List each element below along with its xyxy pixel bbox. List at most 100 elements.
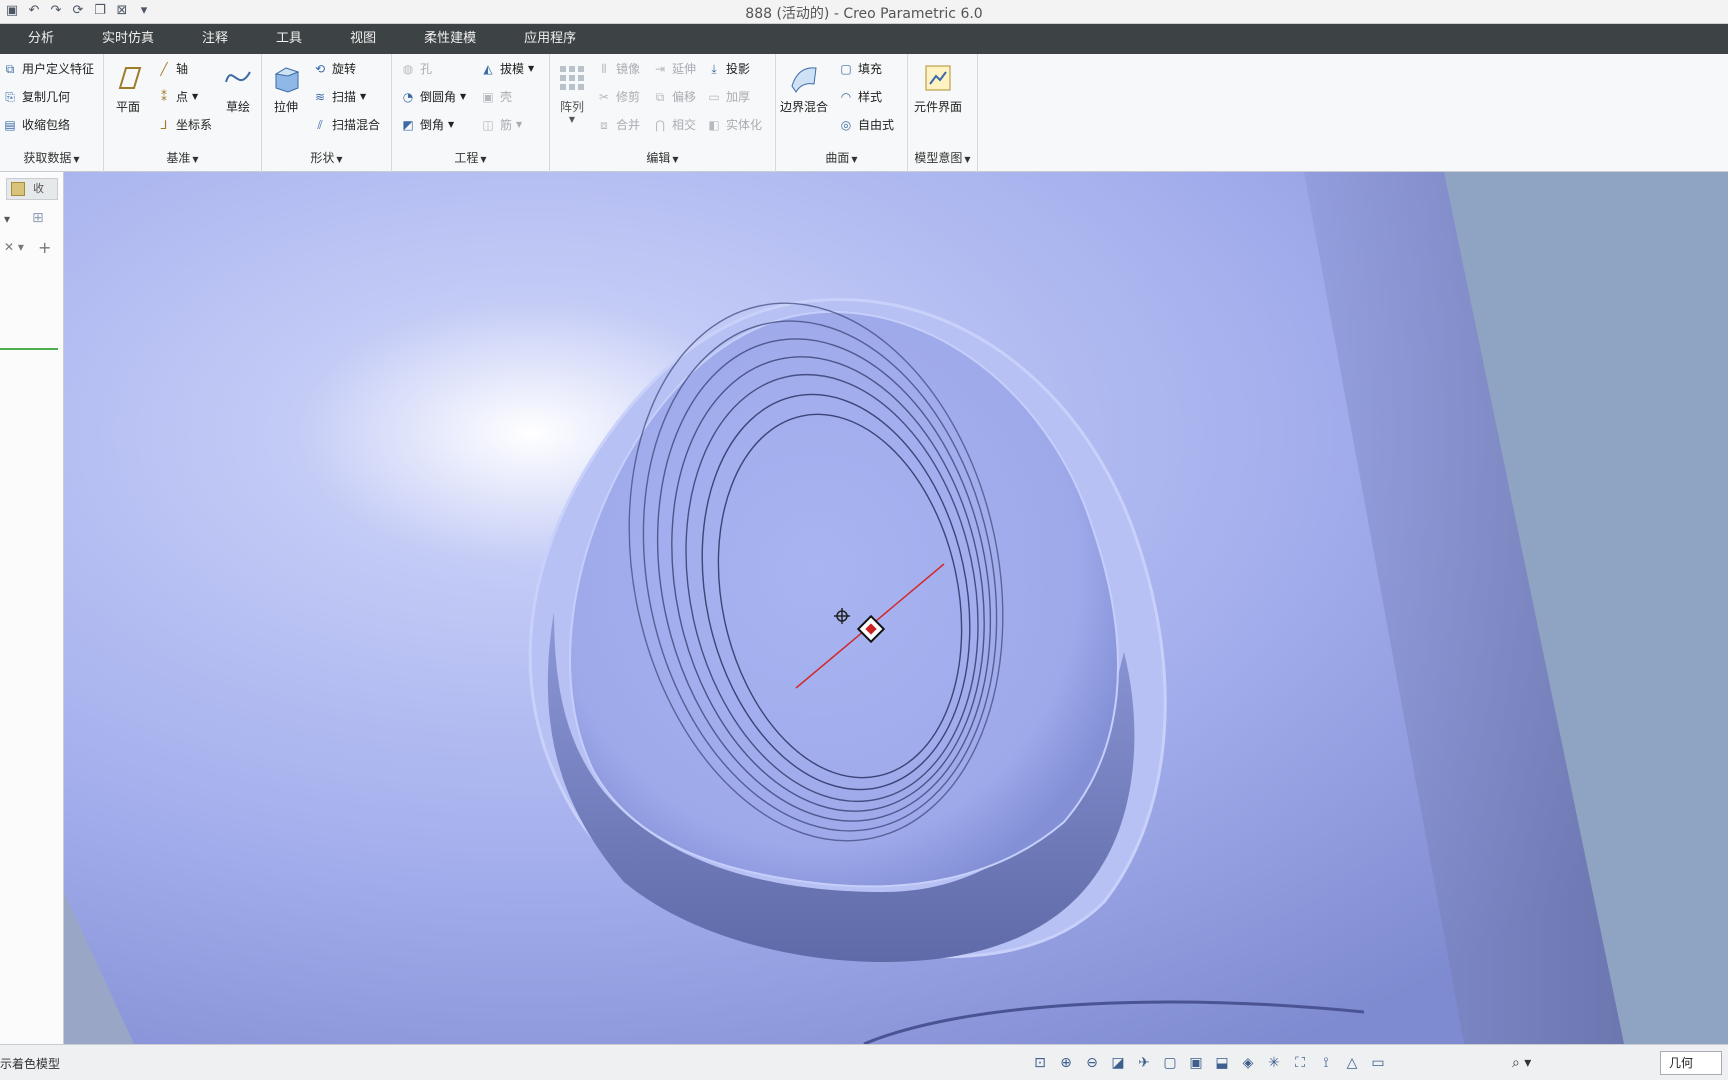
freestyle-button[interactable]: ◎ 自由式 bbox=[838, 116, 894, 133]
group-label-shape[interactable]: 形状 ▼ bbox=[262, 149, 391, 166]
point-button[interactable]: ⁑ 点 ▼ bbox=[156, 88, 198, 105]
status-bar: 示着色模型 ⊡ ⊕ ⊖ ◪ ✈ ▢ ▣ ⬓ ◈ ✳ ⛶ ⟟ △ ▭ ⌕ ▾ 几何 bbox=[0, 1044, 1728, 1080]
triangle-icon[interactable]: △ bbox=[1342, 1053, 1362, 1073]
spin-center-icon[interactable]: ⛶ bbox=[1290, 1053, 1310, 1073]
selection-filter[interactable]: 几何 bbox=[1660, 1051, 1722, 1075]
group-label-get-data[interactable]: 获取数据 ▼ bbox=[0, 149, 103, 166]
graphics-viewport[interactable] bbox=[64, 172, 1728, 1044]
group-label-datum[interactable]: 基准 ▼ bbox=[104, 149, 261, 166]
project-button[interactable]: ⤓ 投影 bbox=[706, 60, 750, 77]
merge-icon: ⧈ bbox=[600, 117, 608, 132]
view-manager-icon[interactable]: ▣ bbox=[1186, 1053, 1206, 1073]
shrinkwrap-button[interactable]: ▤ 收缩包络 bbox=[2, 116, 70, 133]
saved-orientations-icon[interactable]: ✈ bbox=[1134, 1053, 1154, 1073]
project-icon: ⤓ bbox=[711, 61, 717, 76]
copy-geometry-button[interactable]: ⎘ 复制几何 bbox=[2, 88, 70, 105]
rib-button[interactable]: ◫ 筋 ▼ bbox=[480, 116, 522, 133]
tab-tools[interactable]: 工具 bbox=[252, 24, 326, 54]
section-icon[interactable]: ◈ bbox=[1238, 1053, 1258, 1073]
pattern-button[interactable]: 阵列 ▼ bbox=[556, 62, 588, 124]
boundary-blend-button[interactable]: 边界混合 bbox=[780, 62, 828, 115]
plane-button[interactable]: 平面 bbox=[112, 62, 144, 115]
group-shape: 拉伸 ⟲ 旋转 ≋ 扫描 ▼ ⫽ 扫描混合 形状 ▼ bbox=[262, 54, 392, 172]
group-label-surfaces[interactable]: 曲面 ▼ bbox=[776, 149, 907, 166]
component-interface-icon bbox=[925, 65, 951, 91]
sweep-button[interactable]: ≋ 扫描 ▼ bbox=[312, 88, 366, 105]
add-icon[interactable]: + bbox=[38, 238, 51, 257]
merge-button[interactable]: ⧈ 合并 bbox=[596, 116, 640, 133]
thicken-button[interactable]: ▭ 加厚 bbox=[706, 88, 750, 105]
repaint-icon[interactable]: ◪ bbox=[1108, 1053, 1128, 1073]
intersect-icon: ⋂ bbox=[655, 117, 665, 132]
tab-annotate[interactable]: 注释 bbox=[178, 24, 252, 54]
round-button[interactable]: ◔ 倒圆角 ▼ bbox=[400, 88, 466, 105]
datum-display-icon[interactable]: ✳ bbox=[1264, 1053, 1284, 1073]
shrinkwrap-icon: ▤ bbox=[4, 117, 16, 132]
tab-flexible-modeling[interactable]: 柔性建模 bbox=[400, 24, 500, 54]
trim-icon: ✂ bbox=[598, 89, 610, 104]
tab-analysis[interactable]: 分析 bbox=[0, 24, 78, 54]
boundary-blend-icon bbox=[791, 67, 817, 93]
fill-button[interactable]: ▢ 填充 bbox=[838, 60, 882, 77]
solidify-button[interactable]: ◧ 实体化 bbox=[706, 116, 762, 133]
hole-icon: ◍ bbox=[402, 61, 414, 76]
extrude-button[interactable]: 拉伸 bbox=[270, 62, 302, 115]
style-icon: ◠ bbox=[840, 89, 852, 104]
ribbon: ⧉ 用户定义特征 ⎘ 复制几何 ▤ 收缩包络 获取数据 ▼ 平面 ╱ 轴 ⁑ 点 ▼ ⅃ 坐标系… bbox=[0, 54, 1728, 172]
draft-button[interactable]: ◭ 拔模 ▼ bbox=[480, 60, 534, 77]
sketch-button[interactable]: 草绘 bbox=[222, 62, 254, 115]
chamfer-button[interactable]: ◩ 倒角 ▼ bbox=[400, 116, 454, 133]
group-label-engineering[interactable]: 工程 ▼ bbox=[392, 149, 549, 166]
user-defined-feature-button[interactable]: ⧉ 用户定义特征 bbox=[2, 60, 94, 77]
group-label-model-intent[interactable]: 模型意图 ▼ bbox=[908, 149, 977, 166]
copy-geometry-icon: ⎘ bbox=[5, 89, 15, 104]
round-icon: ◔ bbox=[402, 89, 414, 104]
group-surfaces: 边界混合 ▢ 填充 ◠ 样式 ◎ 自由式 曲面 ▼ bbox=[776, 54, 908, 172]
perspective-icon[interactable]: ⬓ bbox=[1212, 1053, 1232, 1073]
group-label-editing[interactable]: 编辑 ▼ bbox=[550, 149, 775, 166]
intersect-button[interactable]: ⋂ 相交 bbox=[652, 116, 696, 133]
thicken-icon: ▭ bbox=[708, 89, 720, 104]
offset-icon: ⧉ bbox=[655, 89, 665, 104]
tab-simulation[interactable]: 实时仿真 bbox=[78, 24, 178, 54]
fill-icon: ▢ bbox=[840, 61, 852, 76]
pattern-icon bbox=[560, 66, 584, 90]
display-style-icon[interactable]: ▢ bbox=[1160, 1053, 1180, 1073]
tab-favorites[interactable]: 收 bbox=[6, 178, 58, 200]
refit-icon[interactable]: ⊡ bbox=[1030, 1053, 1050, 1073]
favorites-icon bbox=[11, 182, 25, 196]
chamfer-icon: ◩ bbox=[402, 117, 414, 132]
csys-button[interactable]: ⅃ 坐标系 bbox=[156, 116, 212, 133]
tab-applications[interactable]: 应用程序 bbox=[500, 24, 600, 54]
zoom-in-icon[interactable]: ⊕ bbox=[1056, 1053, 1076, 1073]
extend-button[interactable]: ⇥ 延伸 bbox=[652, 60, 696, 77]
tree-dropdown[interactable]: ▾ bbox=[4, 212, 10, 226]
model-tree-panel: 收 ▾ ⊞ ✕ ▾ + bbox=[0, 172, 64, 1044]
point-icon: ⁑ bbox=[161, 89, 167, 104]
zoom-out-icon[interactable]: ⊖ bbox=[1082, 1053, 1102, 1073]
draft-icon: ◭ bbox=[483, 61, 493, 76]
mirror-icon: ⫴ bbox=[601, 61, 607, 76]
annotation-display-icon[interactable]: ⟟ bbox=[1316, 1053, 1336, 1073]
sketch-icon bbox=[225, 71, 251, 83]
swept-blend-button[interactable]: ⫽ 扫描混合 bbox=[312, 116, 380, 133]
trim-button[interactable]: ✂ 修剪 bbox=[596, 88, 640, 105]
style-button[interactable]: ◠ 样式 bbox=[838, 88, 882, 105]
plane-icon bbox=[118, 67, 142, 89]
offset-button[interactable]: ⧉ 偏移 bbox=[652, 88, 696, 105]
csys-icon: ⅃ bbox=[160, 117, 168, 132]
tree-filter-icon[interactable]: ⊞ bbox=[32, 210, 44, 226]
tab-view[interactable]: 视图 bbox=[326, 24, 400, 54]
group-model-intent: 元件界面 模型意图 ▼ bbox=[908, 54, 978, 172]
notes-icon[interactable]: ▭ bbox=[1368, 1053, 1388, 1073]
mirror-button[interactable]: ⫴ 镜像 bbox=[596, 60, 640, 77]
find-binoculars-icon[interactable]: ⌕ ▾ bbox=[1512, 1052, 1556, 1074]
revolve-button[interactable]: ⟲ 旋转 bbox=[312, 60, 356, 77]
axis-button[interactable]: ╱ 轴 bbox=[156, 60, 188, 77]
shell-button[interactable]: ▣ 壳 bbox=[480, 88, 512, 105]
model-render[interactable] bbox=[64, 172, 1728, 1044]
hole-button[interactable]: ◍ 孔 bbox=[400, 60, 432, 77]
tree-settings-dropdown[interactable]: ✕ ▾ bbox=[4, 240, 24, 254]
component-interface-button[interactable]: 元件界面 bbox=[914, 62, 962, 115]
shell-icon: ▣ bbox=[482, 89, 494, 104]
